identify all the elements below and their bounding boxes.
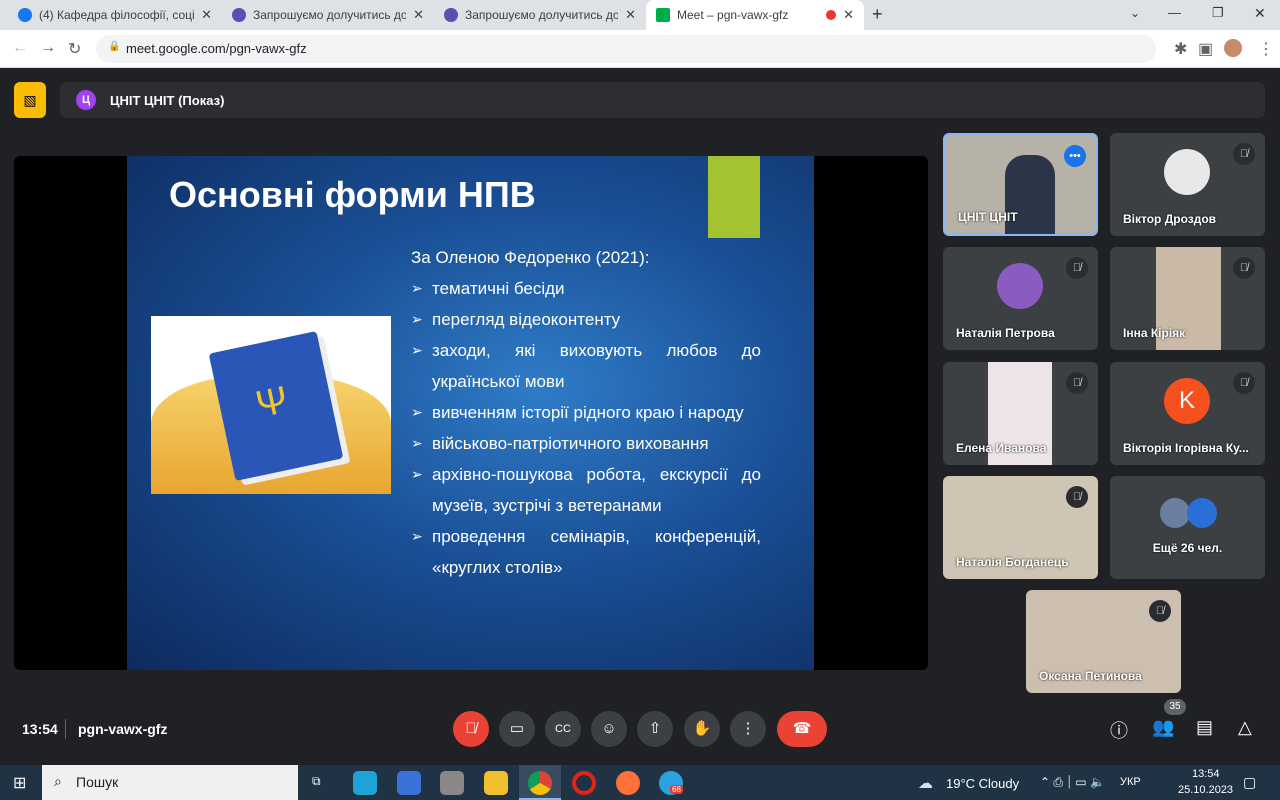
participant-tile[interactable]: 🎙̸ Наталія Богданець: [943, 476, 1098, 579]
present-button[interactable]: ⇧: [637, 711, 673, 747]
activities-icon[interactable]: △: [1238, 717, 1252, 738]
address-bar: ← → ↻ 🔒 meet.google.com/pgn-vawx-gfz ✱ ▣ …: [0, 30, 1280, 68]
more-options-button[interactable]: ⋮: [730, 711, 766, 747]
tab-search-icon[interactable]: ⌄: [1130, 6, 1140, 20]
participant-tile[interactable]: 🎙̸ Елена Иванова: [943, 362, 1098, 465]
restore-button[interactable]: ❐: [1212, 5, 1224, 21]
avatar: K: [1164, 378, 1210, 424]
mic-off-icon: 🎙̸: [1066, 257, 1088, 279]
edge-icon[interactable]: [353, 771, 377, 795]
opera-icon[interactable]: [572, 771, 596, 795]
tab-facebook[interactable]: (4) Кафедра філософії, соціолог✕: [8, 0, 222, 30]
app-icon[interactable]: [440, 771, 464, 795]
presentation-stage: Основні форми НПВ Ψ За Оленою Федоренко …: [14, 156, 928, 670]
list-item: проведення семінарів, конференцій, «круг…: [411, 521, 761, 583]
task-view-icon[interactable]: ⧉: [312, 774, 321, 789]
new-tab-button[interactable]: +: [872, 4, 883, 25]
forward-icon[interactable]: →: [40, 39, 56, 57]
weather[interactable]: 19°C Cloudy: [946, 776, 1019, 791]
taskbar-search[interactable]: ⌕ Пошук: [42, 765, 298, 800]
menu-icon[interactable]: ⋮: [1258, 39, 1274, 59]
facebook-icon: [18, 8, 32, 22]
notifications-icon[interactable]: ▢: [1243, 774, 1256, 791]
participant-tile[interactable]: 🎙̸ Наталія Петрова: [943, 247, 1098, 350]
list-item: військово-патріотичного виховання: [411, 428, 761, 459]
captions-button[interactable]: CC: [545, 711, 581, 747]
list-item: перегляд відеоконтенту: [411, 304, 761, 335]
close-window-button[interactable]: ✕: [1254, 5, 1266, 22]
app-icon[interactable]: [397, 771, 421, 795]
reload-icon[interactable]: ↻: [68, 39, 81, 59]
mic-off-icon: 🎙̸: [1066, 372, 1088, 394]
emoji-button[interactable]: ☺: [591, 711, 627, 747]
slide-title: Основні форми НПВ: [169, 174, 536, 215]
recording-icon: [826, 10, 837, 20]
slide-list: За Оленою Федоренко (2021): тематичні бе…: [411, 242, 761, 583]
leave-call-button[interactable]: ☎: [777, 711, 827, 747]
back-icon[interactable]: ←: [12, 39, 28, 57]
meet-controls: 13:54 pgn-vawx-gfz 🎙̸ ▭ CC ☺ ⇧ ✋ ⋮ ☎ ⓘ 👥…: [0, 699, 1280, 753]
close-tab-icon[interactable]: ✕: [625, 7, 636, 23]
trident-icon: Ψ: [252, 378, 293, 427]
participant-tile[interactable]: 🎙̸ K Вікторія Ігорівна Ку...: [1110, 362, 1265, 465]
file-explorer-icon[interactable]: [484, 771, 508, 795]
mic-off-icon: 🎙̸: [1233, 143, 1255, 165]
avatar: [1164, 149, 1210, 195]
mic-off-icon: 🎙̸: [1149, 600, 1171, 622]
list-item: вивченням історії рідного краю і народу: [411, 397, 761, 428]
meet-icon: [656, 8, 670, 22]
mic-off-icon: 🎙̸: [1066, 486, 1088, 508]
camera-button[interactable]: ▭: [499, 711, 535, 747]
stop-presenting-icon[interactable]: ▧: [14, 82, 46, 118]
windows-start-icon[interactable]: ⊞: [13, 773, 26, 793]
search-icon: ⌕: [54, 773, 62, 789]
list-item: тематичні бесіди: [411, 273, 761, 304]
more-participants-tile[interactable]: Ещё 26 чел.: [1110, 476, 1265, 579]
raise-hand-button[interactable]: ✋: [684, 711, 720, 747]
tab-meet[interactable]: Meet – pgn-vawx-gfz ✕: [646, 0, 864, 30]
presenter-avatar: Ц: [76, 90, 96, 110]
tab-strip: (4) Кафедра філософії, соціолог✕ Запрошу…: [0, 0, 1280, 30]
people-icon[interactable]: 👥: [1152, 717, 1174, 738]
minimize-button[interactable]: —: [1168, 5, 1181, 20]
participant-tile[interactable]: ••• ЦНІТ ЦНІТ: [943, 133, 1098, 236]
site-icon: [232, 8, 246, 22]
close-tab-icon[interactable]: ✕: [843, 7, 854, 23]
profile-avatar[interactable]: [1224, 39, 1242, 57]
close-tab-icon[interactable]: ✕: [201, 7, 212, 23]
mic-off-button[interactable]: 🎙̸: [453, 711, 489, 747]
lock-icon: 🔒: [108, 41, 121, 52]
sidepanel-icon[interactable]: ▣: [1198, 39, 1213, 59]
slide-image-book: Ψ: [151, 316, 391, 494]
mic-off-icon: 🎙̸: [1233, 372, 1255, 394]
mic-off-icon: 🎙̸: [1233, 257, 1255, 279]
extensions-icon[interactable]: ✱: [1174, 39, 1187, 59]
info-icon[interactable]: ⓘ: [1110, 717, 1128, 743]
slide: Основні форми НПВ Ψ За Оленою Федоренко …: [127, 156, 814, 670]
participant-tile[interactable]: 🎙̸ Оксана Петинова: [1026, 590, 1181, 693]
participants-badge: 35: [1164, 699, 1186, 715]
list-item: заходи, які виховують любов до українськ…: [411, 335, 761, 397]
tray-icons[interactable]: ⌃ ⎙ ⏐ ▭ 🔈: [1040, 775, 1105, 790]
site-icon: [444, 8, 458, 22]
url-field[interactable]: 🔒 meet.google.com/pgn-vawx-gfz: [96, 35, 1156, 63]
avatar: [1160, 498, 1190, 528]
avatar: [997, 263, 1043, 309]
chrome-icon[interactable]: [528, 771, 552, 795]
avatar: [1187, 498, 1217, 528]
weather-cloud-icon: ☁: [918, 775, 933, 792]
speaking-icon: •••: [1064, 145, 1086, 167]
slide-decoration: [708, 156, 760, 238]
chat-icon[interactable]: ▤: [1196, 717, 1213, 738]
close-tab-icon[interactable]: ✕: [413, 7, 424, 23]
tab-invite-2[interactable]: Запрошуємо долучитись до за✕: [434, 0, 646, 30]
participant-tile[interactable]: 🎙̸ Інна Кіріяк: [1110, 247, 1265, 350]
list-item: архівно-пошукова робота, екскурсії до му…: [411, 459, 761, 521]
presenter-bar: Ц ЦНІТ ЦНІТ (Показ): [60, 82, 1265, 118]
firefox-icon[interactable]: [616, 771, 640, 795]
participant-tile[interactable]: 🎙̸ Віктор Дроздов: [1110, 133, 1265, 236]
taskbar: ⊞ ⌕ Пошук ⧉ 68 ☁ 19°C Cloudy ⌃ ⎙ ⏐ ▭ 🔈 УК…: [0, 765, 1280, 800]
tab-invite-1[interactable]: Запрошуємо долучитись до за✕: [222, 0, 434, 30]
